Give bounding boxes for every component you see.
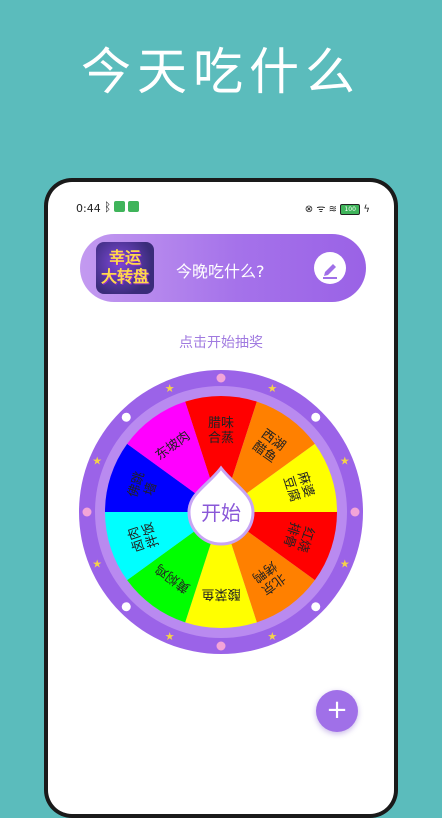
title-banner: 幸运 大转盘 今晚吃什么?	[80, 234, 366, 302]
star-icon: ★	[267, 382, 277, 395]
app-screen: 0:44 ᛒ ⊗ ᯤ ≋ 100 ϟ 幸运 大转盘 今晚吃什么? 点击开始抽奖	[48, 182, 394, 814]
notification-icon	[128, 201, 139, 212]
status-bar: 0:44 ᛒ ⊗ ᯤ ≋ 100 ϟ	[48, 182, 394, 226]
wheel-segment-label: 腊味合蒸	[208, 416, 234, 446]
lucky-wheel[interactable]: 腊味合蒸 西湖醋鱼麻婆豆腐红烧排骨北京烤鸭酸菜鱼黄焖鸡卤肉拌饭佛跳墙东坡肉 ★★★…	[77, 368, 365, 656]
logo-text: 幸运 大转盘	[100, 248, 149, 286]
banner-title: 今晚吃什么?	[176, 262, 265, 281]
edit-button[interactable]	[314, 252, 346, 284]
edit-pencil-icon	[323, 264, 337, 279]
plus-icon: +	[326, 695, 348, 725]
star-icon: ★	[165, 382, 175, 395]
draw-hint: 点击开始抽奖	[179, 335, 263, 351]
rim-dot	[311, 602, 321, 612]
bluetooth-icon: ᛒ	[104, 200, 112, 214]
star-icon: ★	[340, 455, 350, 468]
rim-dot	[216, 373, 226, 383]
wheel-segment-label: 酸菜鱼	[201, 586, 240, 602]
rim-dot	[121, 412, 131, 422]
signal-icon: ⊗ ᯤ ≋	[304, 204, 338, 215]
star-icon: ★	[92, 557, 102, 570]
headline-title: 今天吃什么	[81, 43, 361, 101]
star-icon: ★	[267, 630, 277, 643]
star-icon: ★	[165, 630, 175, 643]
phone-frame: 0:44 ᛒ ⊗ ᯤ ≋ 100 ϟ 幸运 大转盘 今晚吃什么? 点击开始抽奖	[44, 178, 398, 818]
rim-dot	[350, 507, 360, 517]
rim-dot	[311, 412, 321, 422]
rim-dot	[216, 641, 226, 651]
add-button[interactable]: +	[316, 690, 358, 732]
notification-icon	[114, 201, 125, 212]
charging-icon: ϟ	[363, 204, 370, 215]
star-icon: ★	[92, 455, 102, 468]
star-icon: ★	[340, 557, 350, 570]
battery-icon: 100	[340, 203, 361, 215]
rim-dot	[121, 602, 131, 612]
rim-dot	[82, 507, 92, 517]
start-label: 开始	[201, 501, 241, 525]
lucky-wheel-logo: 幸运 大转盘	[96, 242, 154, 294]
status-indicators: ⊗ ᯤ ≋ 100 ϟ	[305, 201, 370, 215]
status-time: 0:44	[76, 202, 101, 215]
